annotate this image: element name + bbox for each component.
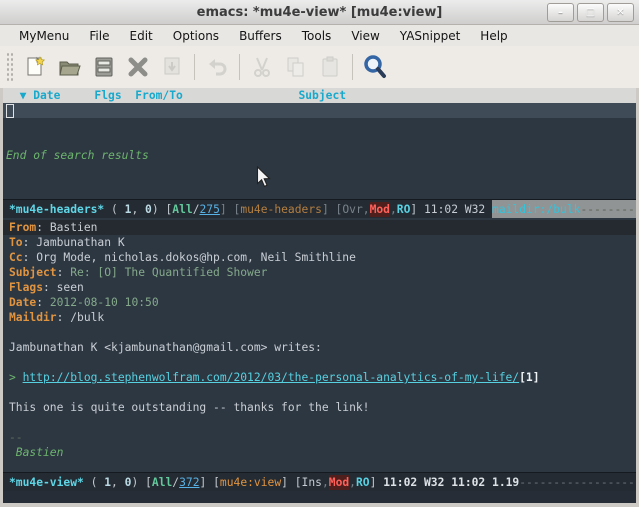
toolbar-separator xyxy=(239,54,240,80)
maildir-value: /bulk xyxy=(70,311,104,324)
quote-attribution: Jambunathan K <kjambunathan@gmail.com> w… xyxy=(3,340,636,355)
menu-file[interactable]: File xyxy=(79,27,119,45)
toolbar-drag-handle[interactable] xyxy=(6,52,15,82)
menu-bar: MyMenu File Edit Options Buffers Tools V… xyxy=(0,25,639,46)
body-text: This one is quite outstanding -- thanks … xyxy=(3,400,636,415)
window-title: emacs: *mu4e-view* [mu4e:view] xyxy=(0,5,639,20)
message-header-maildir: Maildir: /bulk xyxy=(3,310,636,325)
column-number: 0 xyxy=(145,202,152,217)
footnote-marker: [1] xyxy=(519,371,539,384)
hyperlink[interactable]: http://blog.stephenwolfram.com/2012/03/t… xyxy=(23,371,520,384)
toolbar-separator xyxy=(194,54,195,80)
message-count: 372 xyxy=(179,475,199,490)
flags-value: seen xyxy=(57,281,84,294)
close-button[interactable]: ✕ xyxy=(607,3,634,22)
save-as-icon xyxy=(155,50,189,84)
message-view[interactable]: From: Bastien To: Jambunathan K Cc: Org … xyxy=(3,218,636,472)
mouse-cursor xyxy=(256,166,272,192)
message-header-to: To: Jambunathan K xyxy=(3,235,636,250)
delete-icon[interactable] xyxy=(121,50,155,84)
end-of-search-message: End of search results xyxy=(3,148,636,163)
new-file-icon[interactable] xyxy=(19,50,53,84)
emacs-frame-content: ▼ Date Flgs From/To Subject 2012-08-10 S… xyxy=(0,88,639,507)
subject-value: Re: [O] The Quantified Shower xyxy=(70,266,267,279)
menu-options[interactable]: Options xyxy=(163,27,229,45)
message-header-date: Date: 2012-08-10 10:50 xyxy=(3,295,636,310)
menu-mymenu[interactable]: MyMenu xyxy=(9,27,79,45)
headers-mode-line-main: *mu4e-headers* ( 1, 0) [All/275] [mu4e-h… xyxy=(3,200,492,218)
header-row-selected[interactable]: 2012-08-10 S Bastien | Re: [O] The Quant… xyxy=(3,103,636,118)
view-mode-line[interactable]: *mu4e-view* ( 1, 0) [All/372] [mu4e:view… xyxy=(3,472,636,491)
header-row[interactable]: 2012-08-10 S Lanoxx | Re: Compiling glib… xyxy=(3,118,636,133)
line-number: 1 xyxy=(104,475,111,490)
menu-buffers[interactable]: Buffers xyxy=(229,27,292,45)
message-header-flags: Flags: seen xyxy=(3,280,636,295)
maildir-indicator: maildir:/bulk xyxy=(492,202,580,217)
signature: Bastien xyxy=(3,445,636,460)
buffer-name: *mu4e-headers* xyxy=(9,202,104,217)
quote-prefix: > xyxy=(9,371,23,384)
tool-bar xyxy=(0,46,639,89)
maximize-button[interactable]: □ xyxy=(577,3,604,22)
major-mode[interactable]: mu4e:view xyxy=(220,475,281,490)
modified-flag[interactable]: Mod xyxy=(370,202,390,217)
message-header-from: From: Bastien xyxy=(3,220,636,235)
undo-icon xyxy=(200,50,234,84)
from-value: Bastien xyxy=(50,221,98,234)
message-header-cc: Cc: Org Mode, nicholas.dokos@hp.com, Nei… xyxy=(3,250,636,265)
minibuffer[interactable] xyxy=(3,491,636,503)
headers-empty-area[interactable] xyxy=(3,163,636,199)
open-file-icon[interactable] xyxy=(53,50,87,84)
cc-value: Org Mode, nicholas.dokos@hp.com, Neil Sm… xyxy=(36,251,356,264)
text-cursor xyxy=(6,104,14,118)
buffer-name: *mu4e-view* xyxy=(9,475,84,490)
quoted-link-line: > http://blog.stephenwolfram.com/2012/03… xyxy=(3,370,636,385)
clock-and-position: 11:02 W32 11:02 1.19 xyxy=(383,475,519,490)
headers-column-header[interactable]: ▼ Date Flgs From/To Subject xyxy=(3,88,636,103)
emacs-window: emacs: *mu4e-view* [mu4e:view] – □ ✕ MyM… xyxy=(0,0,639,507)
headers-mode-line-tail: maildir:/bulk------------------------ xyxy=(492,200,636,218)
header-row[interactable]: 2012-08-10 S Suvayu Ali | Re: Emacs for … xyxy=(3,133,636,148)
headers-mode-line[interactable]: *mu4e-headers* ( 1, 0) [All/275] [mu4e-h… xyxy=(3,199,636,218)
major-mode[interactable]: mu4e-headers xyxy=(240,202,322,217)
clock-and-window: 11:02 W32 xyxy=(424,202,492,217)
message-count: 275 xyxy=(200,202,220,217)
menu-help[interactable]: Help xyxy=(470,27,517,45)
modified-flag[interactable]: Mod xyxy=(329,475,349,490)
signature-separator: -- xyxy=(3,430,636,445)
copy-icon xyxy=(279,50,313,84)
to-value: Jambunathan K xyxy=(36,236,124,249)
toolbar-separator xyxy=(352,54,353,80)
view-mode-line-main: *mu4e-view* ( 1, 0) [All/372] [mu4e:view… xyxy=(3,475,636,490)
menu-yasnippet[interactable]: YASnippet xyxy=(390,27,471,45)
menu-view[interactable]: View xyxy=(341,27,389,45)
save-icon[interactable] xyxy=(87,50,121,84)
menu-edit[interactable]: Edit xyxy=(120,27,163,45)
message-header-subject: Subject: Re: [O] The Quantified Shower xyxy=(3,265,636,280)
paste-icon xyxy=(313,50,347,84)
cut-icon xyxy=(245,50,279,84)
read-only-flag[interactable]: RO xyxy=(356,475,370,490)
window-controls: – □ ✕ xyxy=(547,3,634,22)
minimize-button[interactable]: – xyxy=(547,3,574,22)
menu-tools[interactable]: Tools xyxy=(292,27,342,45)
date-value: 2012-08-10 10:50 xyxy=(50,296,159,309)
line-number: 1 xyxy=(125,202,132,217)
search-icon[interactable] xyxy=(358,50,392,84)
title-bar[interactable]: emacs: *mu4e-view* [mu4e:view] – □ ✕ xyxy=(0,0,639,25)
column-number: 0 xyxy=(125,475,132,490)
read-only-flag[interactable]: RO xyxy=(397,202,411,217)
